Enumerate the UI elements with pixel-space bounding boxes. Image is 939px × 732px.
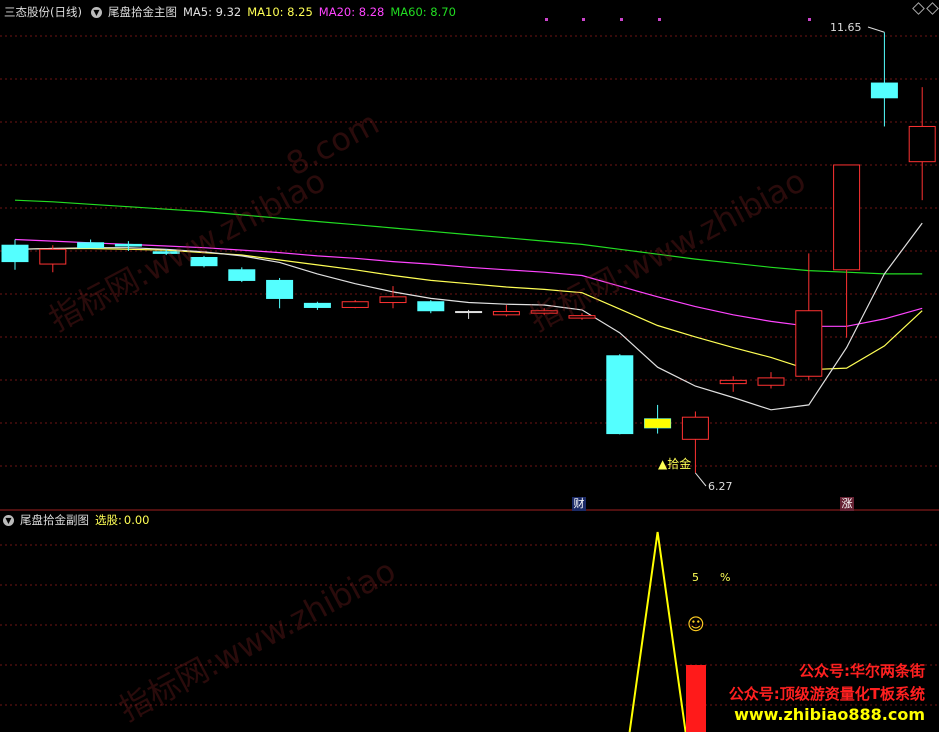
promo-line-1: 公众号:华尔两条街 (799, 662, 925, 680)
candle-body (681, 416, 709, 440)
top-dot (545, 18, 548, 21)
main-indicator-name[interactable]: 尾盘拾金主图 (108, 4, 177, 20)
ma-legend: MA5: 9.32 MA10: 8.25 MA20: 8.28 MA60: 8.70 (183, 4, 462, 20)
finance-marker[interactable]: 财 (572, 497, 586, 511)
candle-body (568, 315, 596, 319)
candle-body (152, 251, 180, 254)
ma-legend-item: MA10: 8.25 (247, 5, 313, 19)
candle-body (455, 311, 483, 314)
select-value: 0.00 (123, 513, 150, 527)
top-dot (658, 18, 661, 21)
period-label[interactable]: (日线) (50, 4, 82, 20)
rise-marker[interactable]: 涨 (840, 497, 854, 511)
ma-legend-item: MA60: 8.70 (390, 5, 456, 19)
smiley-icon: ☺ (687, 615, 705, 635)
ma10-line (14, 247, 923, 371)
candle-body (341, 301, 369, 308)
select-label: 选股: (95, 513, 122, 527)
candle-body (303, 302, 331, 308)
stock-name[interactable]: 三态股份 (4, 4, 50, 20)
top-dot (808, 18, 811, 21)
sub-indicator-name[interactable]: 尾盘拾金副图 (20, 512, 89, 528)
candle-body (833, 164, 861, 271)
candle-body (908, 125, 936, 163)
ma-legend-item: MA5: 9.32 (182, 5, 242, 19)
low-arrow (695, 472, 707, 487)
candle-body (530, 310, 558, 314)
candle-body (757, 377, 785, 386)
candle-body (795, 310, 823, 377)
ma60-line (14, 199, 923, 275)
candle-body (228, 269, 256, 281)
candle-body (606, 355, 634, 435)
top-dot (582, 18, 585, 21)
signal-block (644, 418, 671, 428)
chart-canvas (0, 18, 939, 732)
promo-line-2: 公众号:顶级游资量化T板系统 (728, 685, 925, 703)
candle-body (77, 242, 105, 249)
candle-body (719, 379, 747, 385)
candle-body (190, 257, 218, 267)
top-dot (620, 18, 623, 21)
candle-body (870, 82, 898, 99)
ma-legend-item: MA20: 8.28 (318, 5, 385, 19)
candle-body (417, 301, 445, 312)
main-panel-grid (0, 35, 939, 511)
signal-label: ▲拾金 (658, 457, 692, 471)
candle-body (492, 311, 520, 316)
candle-body (39, 248, 67, 265)
sub-panel-header: ▼ 尾盘拾金副图 选股: 0.00 (0, 512, 155, 528)
sub-red-bar (686, 665, 706, 732)
candle-body (266, 279, 294, 299)
promo-line-3: www.zhibiao888.com (734, 705, 925, 724)
candle-body (1, 244, 29, 263)
indicator-menu-icon[interactable]: ▼ (90, 6, 102, 18)
sub-number-label: 5 (692, 571, 699, 584)
candle-body (379, 296, 407, 304)
low-price-label: 6.27 (708, 480, 733, 493)
high-price-label: 11.65 (830, 21, 862, 34)
indicator-menu-icon[interactable]: ▼ (3, 514, 14, 526)
candle-body (114, 243, 142, 247)
main-panel-header: 三态股份 (日线) ▼ 尾盘拾金主图 MA5: 9.32 MA10: 8.25 MA… (0, 4, 468, 20)
sub-panel-grid (0, 544, 939, 706)
sub-percent-label: % (720, 571, 731, 584)
high-arrow (867, 26, 885, 33)
sub-spike (628, 531, 687, 732)
moving-average-lines (14, 199, 923, 411)
